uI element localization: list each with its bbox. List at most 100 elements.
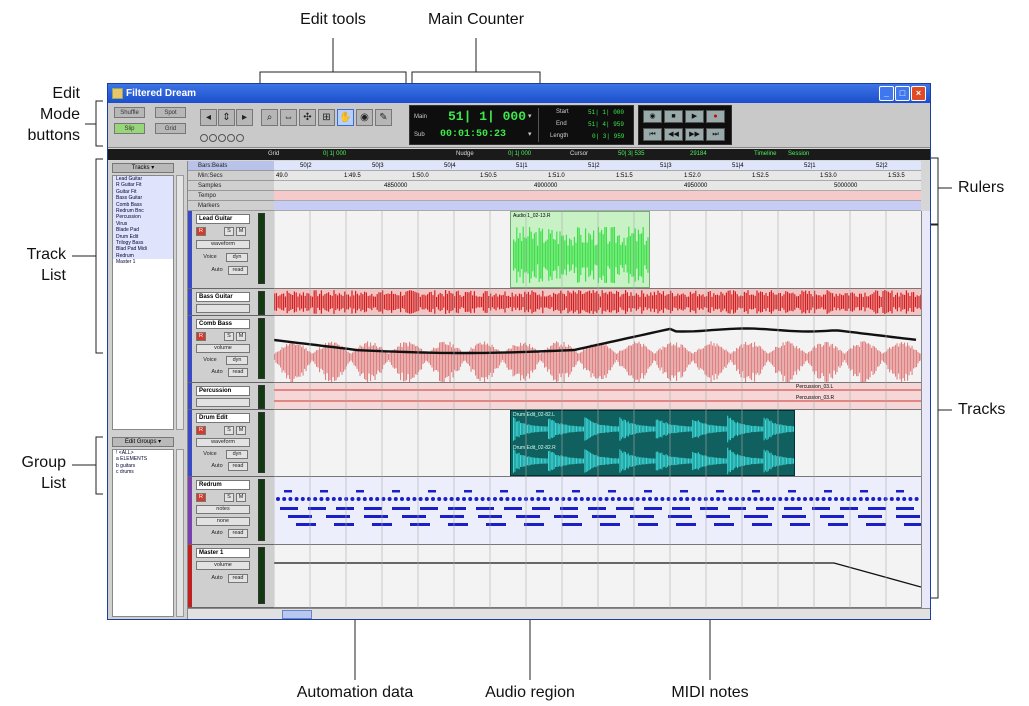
play-icon[interactable]: ▶ <box>685 110 704 123</box>
solo-button[interactable]: S <box>224 493 234 502</box>
track-name[interactable]: Lead Guitar <box>196 214 250 224</box>
track-view-selector[interactable]: waveform <box>196 240 250 249</box>
ruler-label-markers[interactable]: Markers <box>188 201 274 211</box>
ruler-label-minsecs[interactable]: Min:Secs <box>188 171 274 181</box>
lane-percussion[interactable]: Percussion_03.L Percussion_03.R <box>274 383 921 410</box>
automation-mode[interactable]: read <box>228 529 248 538</box>
zoom-vertical-icon[interactable]: ⇕ <box>218 109 235 126</box>
vertical-scrollbar[interactable] <box>921 211 930 608</box>
grabber-tool-icon[interactable]: ✋ <box>337 109 354 126</box>
length-value[interactable]: 0| 3| 959 <box>592 133 624 140</box>
sub-counter-value[interactable]: 00:01:50:23 <box>440 129 506 140</box>
track-list-item[interactable]: Master 1 <box>113 259 173 266</box>
horizontal-scrollbar[interactable] <box>188 608 930 619</box>
minimize-icon[interactable]: _ <box>879 86 894 101</box>
track-name[interactable]: Comb Bass <box>196 319 250 329</box>
track-view-selector[interactable]: volume <box>196 561 250 570</box>
lane-lead-guitar[interactable]: Audio 1_02-13.R <box>274 211 921 289</box>
tempo-ruler[interactable] <box>274 191 921 201</box>
mute-button[interactable]: M <box>236 227 246 236</box>
rulers[interactable]: 50|2 50|3 50|4 51|1 51|2 51|3 51|4 52|1 52|2 49.… <box>274 161 921 211</box>
samples-ruler[interactable]: 4850000 4900000 4950000 5000000 <box>274 181 921 191</box>
zoomer-tool-icon[interactable]: ⌕ <box>261 109 278 126</box>
lane-redrum-midi[interactable] <box>274 477 921 545</box>
bars-ruler[interactable]: 50|2 50|3 50|4 51|1 51|2 51|3 51|4 52|1 52|2 <box>274 161 921 171</box>
mute-button[interactable]: M <box>236 332 246 341</box>
lane-master[interactable] <box>274 545 921 608</box>
record-button[interactable]: R <box>196 332 206 341</box>
sub-counter-dropdown-icon[interactable]: ▾ <box>528 130 532 138</box>
track-controls-collapsed[interactable] <box>196 398 250 407</box>
voice-selector[interactable]: dyn <box>226 356 248 365</box>
end-value[interactable]: 51| 4| 959 <box>588 121 624 128</box>
slip-mode-button[interactable]: Slip <box>114 123 145 134</box>
minsecs-ruler[interactable]: 49.0 1:49.5 1:50.0 1:50.5 1:51.0 1:51.5 1:52.0… <box>274 171 921 181</box>
audio-region[interactable]: Audio 1_02-13.R <box>510 211 650 288</box>
spot-mode-button[interactable]: Spot <box>155 107 186 118</box>
master-volume-automation[interactable] <box>274 562 921 588</box>
track-view-selector[interactable]: waveform <box>196 438 250 447</box>
solo-button[interactable]: S <box>224 332 234 341</box>
markers-ruler[interactable] <box>274 201 921 211</box>
stop-icon[interactable]: ■ <box>664 110 683 123</box>
voice-selector[interactable]: none <box>196 517 250 526</box>
fast-forward-icon[interactable]: ▶▶ <box>685 128 704 141</box>
mute-button[interactable]: M <box>236 493 246 502</box>
session-label[interactable]: Session <box>788 149 809 160</box>
rewind-icon[interactable]: ◀◀ <box>664 128 683 141</box>
track-list-title[interactable]: Tracks ▾ <box>112 163 174 173</box>
track-name[interactable]: Bass Guitar <box>196 292 250 302</box>
ruler-label-bars[interactable]: Bars:Beats <box>188 161 274 171</box>
zoom-presets[interactable] <box>200 129 254 142</box>
track-name[interactable]: Percussion <box>196 386 250 396</box>
selector-tool-icon[interactable]: ✣ <box>299 109 316 126</box>
track-list-scrollbar[interactable] <box>176 175 184 430</box>
smart-tool-icon[interactable]: ⊞ <box>318 109 335 126</box>
ruler-label-tempo[interactable]: Tempo <box>188 191 274 201</box>
automation-mode[interactable]: read <box>228 462 248 471</box>
return-to-zero-icon[interactable]: ⏮ <box>643 128 662 141</box>
percussion-region-r[interactable]: Percussion_03.R <box>794 394 836 402</box>
track-view-selector[interactable]: volume <box>196 344 250 353</box>
automation-mode[interactable]: read <box>228 368 248 377</box>
record-button[interactable]: R <box>196 227 206 236</box>
percussion-region-l[interactable]: Percussion_03.L <box>794 383 835 391</box>
group-list-scrollbar[interactable] <box>176 449 184 617</box>
nudge-value[interactable]: 0| 1| 000 <box>508 149 531 160</box>
lane-drum-edit[interactable]: Drum Edit_02-82.L Drum Edit_02-82.R <box>274 410 921 477</box>
pencil-tool-icon[interactable]: ✎ <box>375 109 392 126</box>
group-list-title[interactable]: Edit Groups ▾ <box>112 437 174 447</box>
midi-notes[interactable] <box>274 477 921 544</box>
zoom-in-horizontal-icon[interactable]: ▸ <box>236 109 253 126</box>
mute-button[interactable]: M <box>236 426 246 435</box>
timeline-label[interactable]: Timeline <box>754 149 776 160</box>
track-name[interactable]: Master 1 <box>196 548 250 558</box>
track-name[interactable]: Redrum <box>196 480 250 490</box>
scroll-thumb[interactable] <box>282 610 312 619</box>
record-icon[interactable]: ● <box>706 110 725 123</box>
solo-button[interactable]: S <box>224 426 234 435</box>
grid-value[interactable]: 0| 1| 000 <box>323 149 346 160</box>
group-list-item[interactable]: c drums <box>113 469 173 476</box>
automation-mode[interactable]: read <box>228 266 248 275</box>
group-list[interactable]: ! <ALL> a ELEMENTS b guitars c drums <box>112 449 174 617</box>
window-titlebar[interactable]: Filtered Dream _ □ × <box>108 84 930 103</box>
track-view-selector[interactable]: notes <box>196 505 250 514</box>
record-button[interactable]: R <box>196 426 206 435</box>
voice-selector[interactable]: dyn <box>226 450 248 459</box>
lane-comb-bass[interactable] <box>274 316 921 383</box>
zoom-out-horizontal-icon[interactable]: ◂ <box>200 109 217 126</box>
drum-edit-region[interactable]: Drum Edit_02-82.L Drum Edit_02-82.R <box>510 410 795 476</box>
lane-bass-guitar[interactable] <box>274 289 921 316</box>
voice-selector[interactable]: dyn <box>226 253 248 262</box>
automation-mode[interactable]: read <box>228 574 248 583</box>
record-button[interactable]: R <box>196 493 206 502</box>
start-value[interactable]: 51| 1| 000 <box>588 109 624 116</box>
main-counter-value[interactable]: 51| 1| 000 <box>448 109 526 124</box>
maximize-icon[interactable]: □ <box>895 86 910 101</box>
track-name[interactable]: Drum Edit <box>196 413 250 423</box>
online-icon[interactable]: ◉ <box>643 110 662 123</box>
track-list[interactable]: Lead Guitar R Guitar Fit Guitar Fit Bass Gu… <box>112 175 174 430</box>
trimmer-tool-icon[interactable]: ⇔ <box>280 109 297 126</box>
grid-mode-button[interactable]: Grid <box>155 123 186 134</box>
